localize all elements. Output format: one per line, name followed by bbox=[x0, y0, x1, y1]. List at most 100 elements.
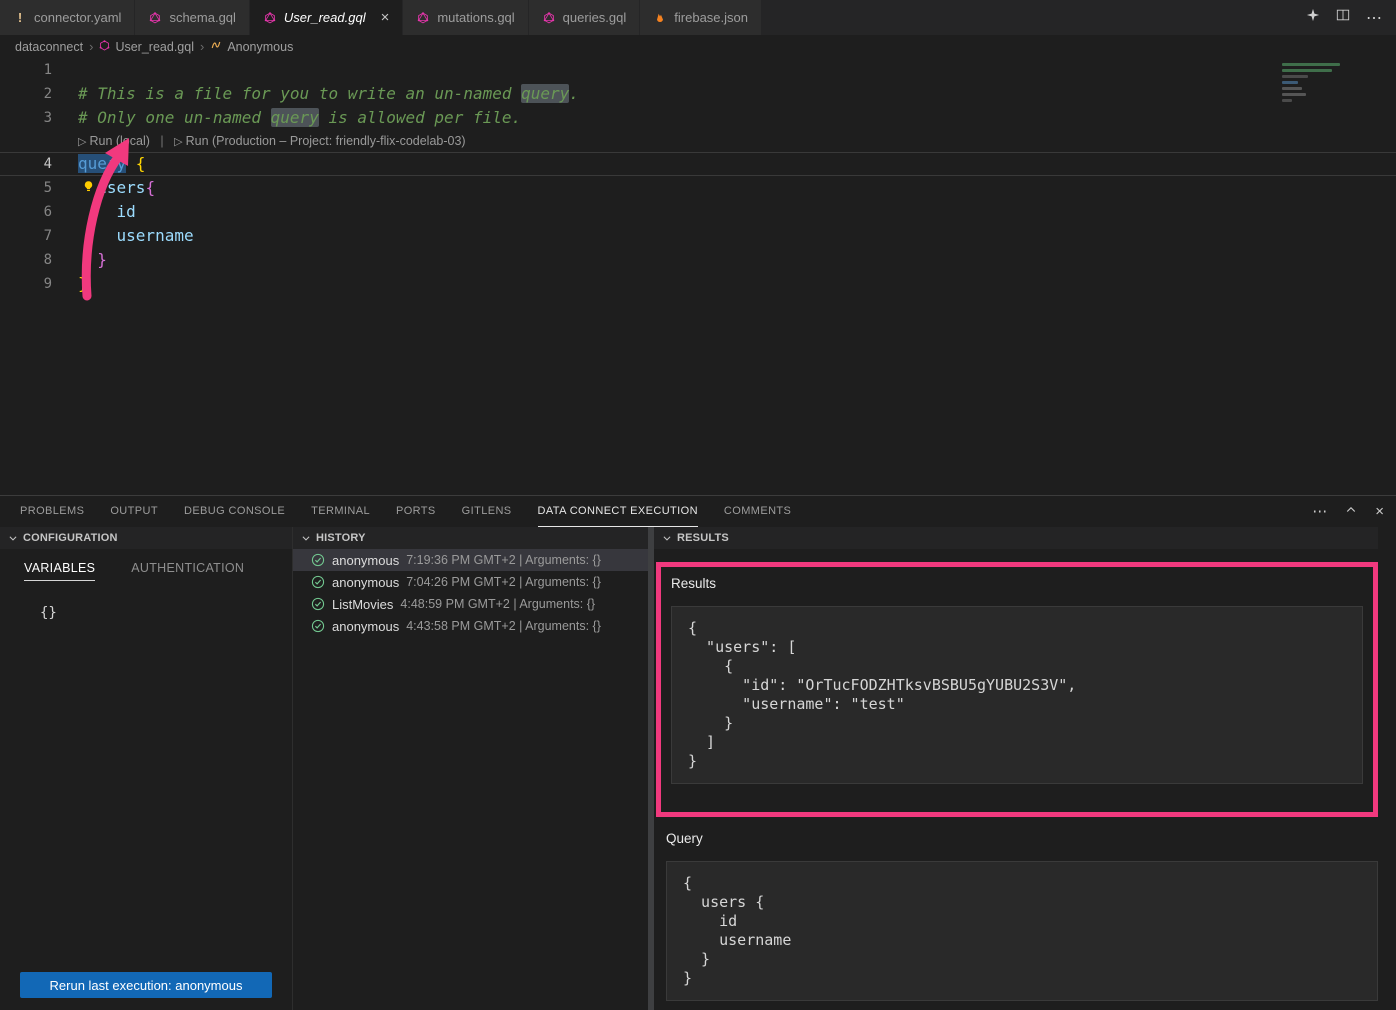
check-circle-icon bbox=[311, 575, 325, 589]
tab-firebase-json[interactable]: firebase.json bbox=[640, 0, 762, 35]
results-header[interactable]: RESULTS bbox=[654, 527, 1378, 549]
code-text bbox=[52, 58, 78, 82]
history-item-name: ListMovies bbox=[332, 597, 393, 612]
code-editor[interactable]: 1 2 # This is a file for you to write an… bbox=[0, 58, 1396, 495]
panel-tab-terminal[interactable]: TERMINAL bbox=[311, 496, 370, 527]
chevron-up-icon[interactable] bbox=[1345, 504, 1357, 519]
line-number: 3 bbox=[0, 106, 52, 130]
tab-queries-gql[interactable]: queries.gql bbox=[529, 0, 641, 35]
breadcrumb-symbol[interactable]: Anonymous bbox=[210, 39, 293, 54]
line-number: 4 bbox=[0, 153, 52, 175]
minimap-line bbox=[1282, 93, 1306, 96]
tab-schema-gql[interactable]: schema.gql bbox=[135, 0, 249, 35]
history-item[interactable]: anonymous 4:43:58 PM GMT+2 | Arguments: … bbox=[293, 615, 648, 637]
chevron-right-icon: › bbox=[200, 39, 204, 54]
graphql-icon bbox=[416, 12, 430, 24]
field-token: username bbox=[78, 226, 194, 245]
close-panel-icon[interactable]: × bbox=[1375, 504, 1384, 519]
chevron-down-icon bbox=[662, 533, 672, 543]
code-text: username bbox=[52, 224, 194, 248]
code-text: users{ bbox=[52, 176, 155, 200]
code-line-9: 9 } bbox=[0, 272, 1396, 296]
tab-label: connector.yaml bbox=[34, 10, 121, 25]
history-item-meta: 4:48:59 PM GMT+2 | Arguments: {} bbox=[400, 597, 595, 611]
code-text: } bbox=[52, 248, 107, 272]
panel-tab-bar: PROBLEMS OUTPUT DEBUG CONSOLE TERMINAL P… bbox=[0, 496, 1396, 527]
comment-token: # This is a file for you to write an un-… bbox=[78, 84, 521, 103]
line-number: 9 bbox=[0, 272, 52, 296]
close-icon[interactable]: × bbox=[381, 10, 390, 25]
code-text: id bbox=[52, 200, 136, 224]
tab-mutations-gql[interactable]: mutations.gql bbox=[403, 0, 528, 35]
warning-icon: ! bbox=[13, 10, 27, 25]
panel-body: CONFIGURATION VARIABLES AUTHENTICATION {… bbox=[0, 527, 1396, 1010]
tab-variables[interactable]: VARIABLES bbox=[24, 561, 95, 581]
minimap-line bbox=[1282, 69, 1332, 72]
brace-token: { bbox=[145, 178, 155, 197]
line-number: 1 bbox=[0, 58, 52, 82]
configuration-header[interactable]: CONFIGURATION bbox=[0, 527, 292, 549]
panel-actions: ⋯ × bbox=[1312, 496, 1384, 527]
copilot-sparkle-icon[interactable] bbox=[1306, 8, 1320, 27]
query-block[interactable]: { users { id username } } bbox=[666, 861, 1378, 1001]
comment-token: . bbox=[569, 84, 579, 103]
breadcrumb-file[interactable]: User_read.gql bbox=[99, 40, 194, 54]
section-title: CONFIGURATION bbox=[23, 532, 118, 544]
split-editor-icon[interactable] bbox=[1336, 8, 1350, 27]
configuration-tabs: VARIABLES AUTHENTICATION bbox=[0, 549, 292, 581]
code-line-4-current: 4 query { bbox=[0, 152, 1396, 176]
brace-token: } bbox=[78, 274, 88, 293]
code-line-8: 8 } bbox=[0, 248, 1396, 272]
variables-value[interactable]: {} bbox=[0, 581, 292, 621]
results-label: Results bbox=[671, 576, 1363, 591]
line-number: 7 bbox=[0, 224, 52, 248]
breadcrumb-label: User_read.gql bbox=[115, 40, 194, 54]
tab-label: firebase.json bbox=[674, 10, 748, 25]
play-icon: ▷ bbox=[78, 136, 86, 148]
tab-connector-yaml[interactable]: ! connector.yaml bbox=[0, 0, 135, 35]
panel-tab-gitlens[interactable]: GITLENS bbox=[462, 496, 512, 527]
tab-label: mutations.gql bbox=[437, 10, 514, 25]
minimap[interactable] bbox=[1282, 63, 1384, 105]
code-line-3: 3 # Only one un-named query is allowed p… bbox=[0, 106, 1396, 130]
run-production-link[interactable]: ▷Run (Production – Project: friendly-fli… bbox=[174, 134, 465, 148]
graphql-icon bbox=[263, 12, 277, 24]
check-circle-icon bbox=[311, 597, 325, 611]
panel-tab-debug-console[interactable]: DEBUG CONSOLE bbox=[184, 496, 285, 527]
lightbulb-icon[interactable] bbox=[82, 180, 95, 198]
history-header[interactable]: HISTORY bbox=[293, 527, 648, 549]
run-local-link[interactable]: ▷Run (local) bbox=[78, 134, 150, 148]
code-line-7: 7 username bbox=[0, 224, 1396, 248]
panel-tab-data-connect-execution[interactable]: DATA CONNECT EXECUTION bbox=[538, 496, 698, 527]
chevron-down-icon bbox=[8, 533, 18, 543]
codelens-separator: | bbox=[160, 134, 163, 148]
comment-token: # Only one un-named bbox=[78, 108, 271, 127]
tab-label: User_read.gql bbox=[284, 10, 366, 25]
tab-user-read-gql[interactable]: User_read.gql × bbox=[250, 0, 403, 35]
editor-tab-bar: ! connector.yaml schema.gql User_read.gq… bbox=[0, 0, 1396, 35]
configuration-section: CONFIGURATION VARIABLES AUTHENTICATION {… bbox=[0, 527, 293, 1010]
code-line-5: 5 users{ bbox=[0, 176, 1396, 200]
tab-authentication[interactable]: AUTHENTICATION bbox=[131, 561, 244, 581]
panel-tab-output[interactable]: OUTPUT bbox=[110, 496, 158, 527]
code-line-1: 1 bbox=[0, 58, 1396, 82]
history-item[interactable]: ListMovies 4:48:59 PM GMT+2 | Arguments:… bbox=[293, 593, 648, 615]
rerun-last-execution-button[interactable]: Rerun last execution: anonymous bbox=[20, 972, 272, 998]
graphql-icon bbox=[542, 12, 556, 24]
more-actions-icon[interactable]: ⋯ bbox=[1312, 504, 1327, 519]
highlighted-word: query bbox=[521, 84, 569, 103]
panel-tab-problems[interactable]: PROBLEMS bbox=[20, 496, 84, 527]
more-actions-icon[interactable]: ⋯ bbox=[1366, 8, 1382, 28]
query-label: Query bbox=[666, 831, 1378, 846]
panel-tab-ports[interactable]: PORTS bbox=[396, 496, 436, 527]
graphql-icon bbox=[148, 12, 162, 24]
section-title: RESULTS bbox=[677, 532, 729, 544]
check-circle-icon bbox=[311, 619, 325, 633]
history-item[interactable]: anonymous 7:04:26 PM GMT+2 | Arguments: … bbox=[293, 571, 648, 593]
results-json-block[interactable]: { "users": [ { "id": "OrTucFODZHTksvBSBU… bbox=[671, 606, 1363, 784]
section-title: HISTORY bbox=[316, 532, 366, 544]
breadcrumb-dataconnect[interactable]: dataconnect bbox=[15, 40, 83, 54]
panel-tab-comments[interactable]: COMMENTS bbox=[724, 496, 791, 527]
run-production-label: Run (Production – Project: friendly-flix… bbox=[186, 134, 466, 148]
history-item[interactable]: anonymous 7:19:36 PM GMT+2 | Arguments: … bbox=[293, 549, 648, 571]
